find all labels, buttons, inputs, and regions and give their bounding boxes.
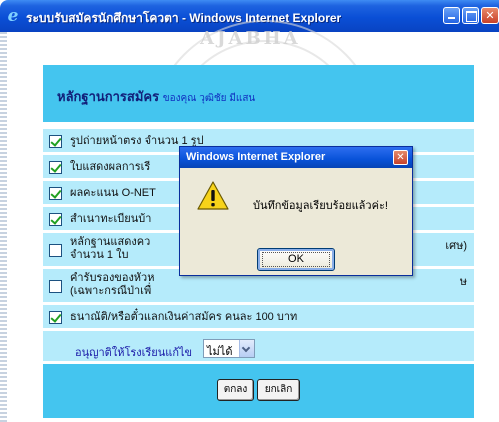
document-label: ธนาณัติ/หรือตั๋วแลกเงินค่าสมัคร คนละ 100… [70, 311, 298, 323]
dialog-ok-button[interactable]: OK [257, 248, 335, 271]
document-label-line2: (เฉพาะกรณีป่าเพื่ [70, 285, 152, 297]
document-checkbox[interactable] [49, 161, 62, 174]
document-row-money-order: ธนาณัติ/หรือตั๋วแลกเงินค่าสมัคร คนละ 100… [43, 305, 474, 331]
form-header: หลักฐานการสมัคร ของคุณ วุฒิชัย มีแสน [43, 65, 474, 122]
document-label-line2: จำนวน 1 ใบ [70, 249, 129, 261]
document-checkbox[interactable] [49, 213, 62, 226]
document-label: สำเนาทะเบียนบ้า [70, 213, 152, 225]
close-button[interactable]: ✕ [481, 7, 499, 24]
dialog-titlebar[interactable]: Windows Internet Explorer ✕ [180, 147, 412, 168]
close-icon: ✕ [485, 9, 495, 22]
dialog-message: บันทึกข้อมูลเรียบร้อยแล้วค่ะ! [253, 200, 388, 212]
alert-dialog: Windows Internet Explorer ✕ บันทึกข้อมูล… [179, 146, 413, 276]
focus-ring [262, 252, 330, 267]
maximize-icon [463, 8, 478, 23]
maximize-button[interactable] [462, 7, 479, 24]
minimize-button[interactable] [443, 7, 460, 24]
form-actions: ตกลง ยกเลิก [43, 364, 474, 418]
ie-window: e ระบบรับสมัครนักศึกษาโควตา - Windows In… [0, 0, 499, 422]
permit-select-value: ไม่ได้ [207, 346, 233, 358]
document-label: คำรับรองของหัวห (เฉพาะกรณีป่าเพื่ [70, 272, 155, 298]
document-checkbox[interactable] [49, 280, 62, 293]
spacer [43, 122, 474, 129]
ie-logo-icon: e [7, 6, 19, 26]
window-left-border [0, 32, 7, 422]
warning-icon [197, 181, 229, 210]
document-label: ใบแสดงผลการเรี [70, 161, 151, 173]
document-label: ผลคะแนน O-NET [70, 187, 156, 199]
document-checkbox[interactable] [49, 135, 62, 148]
dialog-close-button[interactable]: ✕ [393, 150, 408, 165]
applicant-name: ของคุณ วุฒิชัย มีแสน [162, 93, 256, 104]
minimize-icon [444, 8, 459, 23]
document-checkbox[interactable] [49, 244, 62, 257]
permit-row: อนุญาติให้โรงเรียนแก้ไข ไม่ได้ [43, 331, 474, 364]
document-label-line1: คำรับรองของหัวห [70, 272, 155, 284]
document-label-tail: เศษ) [445, 240, 467, 252]
permit-select[interactable]: ไม่ได้ [203, 339, 255, 358]
submit-button[interactable]: ตกลง [217, 379, 254, 401]
permit-label: อนุญาติให้โรงเรียนแก้ไข [75, 347, 193, 359]
page-title-text: หลักฐานการสมัคร [57, 89, 160, 104]
document-label: หลักฐานแสดงคว จำนวน 1 ใบ [70, 236, 150, 262]
page-title: หลักฐานการสมัคร ของคุณ วุฒิชัย มีแสน [57, 86, 255, 107]
cancel-button[interactable]: ยกเลิก [257, 379, 300, 401]
document-checkbox[interactable] [49, 311, 62, 324]
document-label-tail: ษ [459, 276, 467, 288]
document-checkbox[interactable] [49, 187, 62, 200]
dialog-title: Windows Internet Explorer [186, 151, 326, 163]
chevron-down-icon[interactable] [239, 340, 254, 357]
document-label-line1: หลักฐานแสดงคว [70, 236, 151, 248]
